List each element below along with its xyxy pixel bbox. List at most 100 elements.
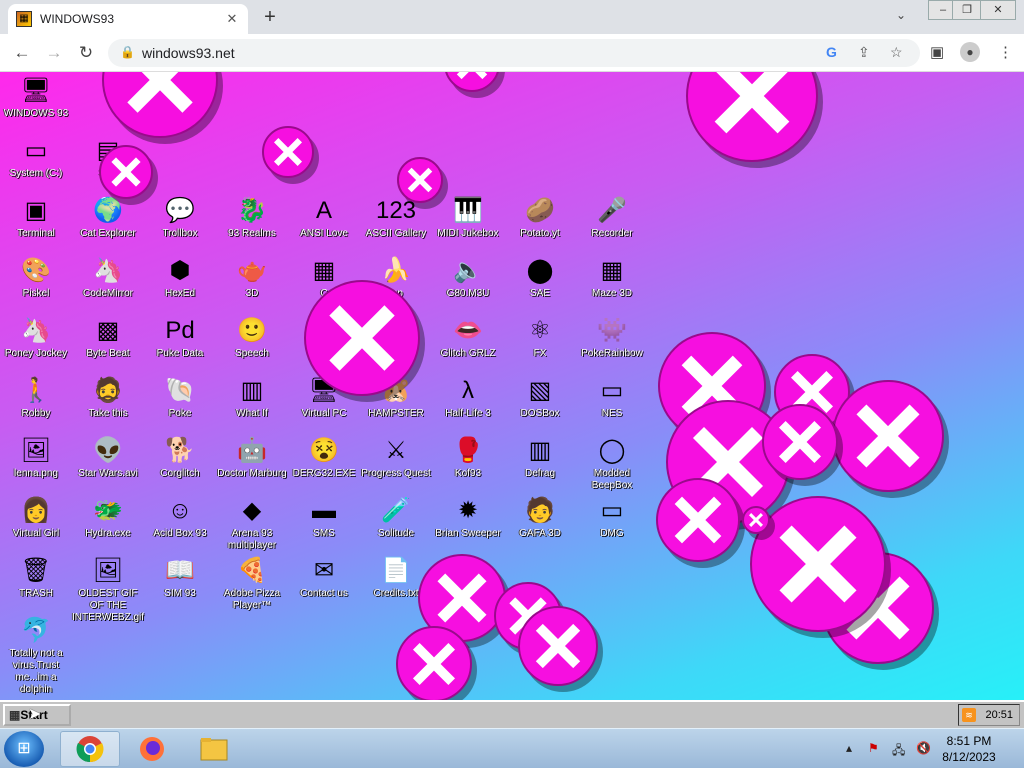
- desktop-icon[interactable]: 🚶 Robby: [0, 376, 72, 420]
- desktop-icon[interactable]: ▥ What If: [216, 376, 288, 420]
- error-close-icon[interactable]: [762, 404, 838, 480]
- desktop-icon[interactable]: 🐚 Poke: [144, 376, 216, 420]
- volume-muted-icon[interactable]: 🔇: [916, 741, 931, 755]
- desktop-icon[interactable]: 🧑 GAFA 3D: [504, 496, 576, 540]
- desktop-icon[interactable]: ⚛ FX: [504, 316, 576, 360]
- desktop-icon[interactable]: 🔈 G80.M3U: [432, 256, 504, 300]
- error-close-icon[interactable]: [99, 145, 153, 199]
- desktop-icon[interactable]: 👾 PokeRainbow: [576, 316, 648, 360]
- desktop-icon[interactable]: 🧔 Take this: [72, 376, 144, 420]
- desktop-icon[interactable]: 🌍 Cat Explorer: [72, 196, 144, 240]
- desktop-icon[interactable]: 💬 Trollbox: [144, 196, 216, 240]
- error-close-icon[interactable]: [750, 496, 886, 632]
- address-bar[interactable]: 🔒 windows93.net G ⇪ ☆: [108, 39, 920, 67]
- forward-button[interactable]: →: [42, 41, 66, 65]
- desktop-icon[interactable]: ▦ Maze 3D: [576, 256, 648, 300]
- windows-start-orb-icon[interactable]: ⊞: [4, 731, 44, 767]
- url-text[interactable]: windows93.net: [142, 45, 235, 61]
- side-panel-icon[interactable]: ▣: [930, 43, 944, 61]
- desktop-icon[interactable]: 🖥 WINDOWS 93: [0, 76, 72, 120]
- desktop-icon[interactable]: 🧪 Solitude: [360, 496, 432, 540]
- desktop-icon[interactable]: ✉ Contact us: [288, 556, 360, 600]
- desktop-icon[interactable]: 🖼 lenna.png: [0, 436, 72, 480]
- desktop-icon[interactable]: 🐲 Hydra.exe: [72, 496, 144, 540]
- error-close-icon[interactable]: [397, 157, 443, 203]
- desktop-icon-label: ANSI Love: [300, 228, 348, 239]
- desktop-icon[interactable]: ⬢ HexEd: [144, 256, 216, 300]
- google-lens-icon[interactable]: G: [826, 44, 837, 60]
- desktop-icon[interactable]: ☺ Acid Box 93: [144, 496, 216, 540]
- error-close-icon[interactable]: [656, 478, 740, 562]
- action-center-flag-icon[interactable]: ⚑: [868, 741, 879, 755]
- chrome-taskbar-icon[interactable]: [60, 731, 120, 767]
- desktop-icon[interactable]: 🍕 Adobe Pizza Player™: [216, 556, 288, 612]
- close-window-button[interactable]: ✕: [980, 0, 1016, 20]
- desktop-icon[interactable]: ◆ Arena 93 multiplayer: [216, 496, 288, 552]
- desktop-icon[interactable]: 📖 SIM 93: [144, 556, 216, 600]
- desktop-icon[interactable]: ✹ Brian Sweeper: [432, 496, 504, 540]
- app-icon: ▥: [240, 377, 264, 404]
- show-hidden-icons-icon[interactable]: ▴: [846, 741, 852, 755]
- explorer-taskbar-icon[interactable]: [184, 731, 244, 767]
- error-close-icon[interactable]: [396, 626, 472, 700]
- desktop-icon[interactable]: ▧ DOSBox: [504, 376, 576, 420]
- profile-avatar-icon[interactable]: ●: [960, 42, 980, 62]
- desktop-icon[interactable]: ⬤ SAE: [504, 256, 576, 300]
- desktop-icon[interactable]: 👽 Star Wars.avi: [72, 436, 144, 480]
- error-close-icon[interactable]: [102, 72, 218, 138]
- system-clock[interactable]: 8:51 PM 8/12/2023: [934, 733, 1004, 765]
- desktop-icon[interactable]: ▬ SMS: [288, 496, 360, 540]
- desktop-icon[interactable]: 🙂 Speech: [216, 316, 288, 360]
- lock-icon[interactable]: 🔒: [120, 45, 135, 59]
- network-icon[interactable]: 🖧: [892, 741, 905, 762]
- desktop-icon[interactable]: 🐕 Corglitch: [144, 436, 216, 480]
- desktop-icon[interactable]: Pd Puke Data: [144, 316, 216, 360]
- desktop-icon[interactable]: 🐉 93 Realms: [216, 196, 288, 240]
- bookmark-star-icon[interactable]: ☆: [890, 44, 903, 61]
- desktop-icon[interactable]: 🦄 Poney Jockey: [0, 316, 72, 360]
- desktop-icon-label: Puke Data: [156, 348, 204, 359]
- tab-close-icon[interactable]: ✕: [224, 11, 240, 27]
- desktop-icon[interactable]: ⚔ Progress Quest: [360, 436, 432, 480]
- desktop-icon[interactable]: 👩 Virtual Girl: [0, 496, 72, 540]
- desktop-icon[interactable]: 🎤 Recorder: [576, 196, 648, 240]
- tab-search-chevron-icon[interactable]: ⌄: [896, 8, 906, 22]
- desktop-icon[interactable]: 🎨 Piskel: [0, 256, 72, 300]
- desktop-icon[interactable]: 🐬 Totally not a virus.Trust me...im a dol…: [0, 616, 72, 696]
- desktop-icon[interactable]: 👄 Glitch GRLZ: [432, 316, 504, 360]
- desktop-icon[interactable]: 🗑 TRASH: [0, 556, 72, 600]
- error-close-icon[interactable]: [262, 126, 314, 178]
- desktop-icon[interactable]: 🦄 CodeMirror: [72, 256, 144, 300]
- error-close-icon[interactable]: [304, 280, 420, 396]
- desktop-icon[interactable]: 🥊 Kof93: [432, 436, 504, 480]
- desktop-icon[interactable]: 😵 DERG32.EXE: [288, 436, 360, 480]
- error-close-icon[interactable]: [686, 72, 818, 162]
- back-button[interactable]: ←: [10, 41, 34, 65]
- desktop-icon[interactable]: A ANSI Love: [288, 196, 360, 240]
- browser-tab[interactable]: ▦ WINDOWS93 ✕: [8, 4, 248, 34]
- error-close-icon[interactable]: [444, 72, 500, 92]
- desktop-icon[interactable]: ▭ System (C:): [0, 136, 72, 180]
- desktop-icon[interactable]: ▩ Byte Beat: [72, 316, 144, 360]
- rss-icon[interactable]: ≋: [962, 708, 976, 722]
- menu-kebab-icon[interactable]: ⋮: [998, 43, 1013, 61]
- desktop-icon[interactable]: λ Half-Life 3: [432, 376, 504, 420]
- share-icon[interactable]: ⇪: [858, 44, 870, 61]
- desktop-icon[interactable]: 🎹 MIDI Jukebox: [432, 196, 504, 240]
- desktop-icon[interactable]: ◯ Modded BeepBox: [576, 436, 648, 492]
- firefox-taskbar-icon[interactable]: [122, 731, 182, 767]
- desktop-icon[interactable]: 🖼 OLDEST GIF OF THE INTERWEBZ.gif: [72, 556, 144, 624]
- error-close-icon[interactable]: [518, 606, 598, 686]
- desktop-icon[interactable]: ▥ Defrag: [504, 436, 576, 480]
- desktop-icon[interactable]: 🫖 3D: [216, 256, 288, 300]
- error-close-icon[interactable]: [832, 380, 944, 492]
- desktop-icon[interactable]: ▣ Terminal: [0, 196, 72, 240]
- reload-button[interactable]: ↻: [74, 41, 98, 65]
- error-close-icon[interactable]: [742, 506, 770, 534]
- maximize-button[interactable]: ❐: [952, 0, 982, 20]
- desktop-icon[interactable]: ▭ NES: [576, 376, 648, 420]
- desktop-icon[interactable]: 🤖 Doctor Marburg: [216, 436, 288, 480]
- desktop-icon[interactable]: 🥔 Potato.yt: [504, 196, 576, 240]
- desktop-icon[interactable]: ▭ DMG: [576, 496, 648, 540]
- new-tab-button[interactable]: +: [258, 6, 282, 30]
